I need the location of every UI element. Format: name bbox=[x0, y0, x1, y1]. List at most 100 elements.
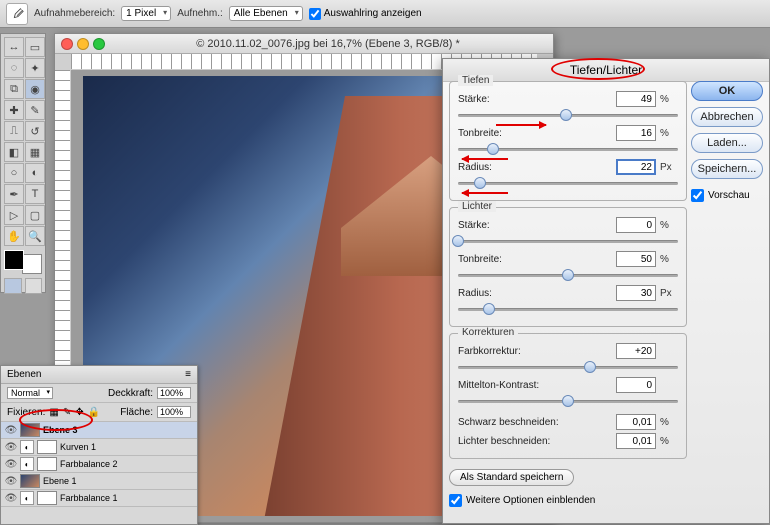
layer-name[interactable]: Ebene 1 bbox=[43, 476, 193, 486]
colorcorr-input[interactable] bbox=[616, 343, 656, 359]
cancel-button[interactable]: Abbrechen bbox=[691, 107, 763, 127]
zoom-tool[interactable]: 🔍 bbox=[25, 226, 45, 246]
fg-color[interactable] bbox=[4, 250, 24, 270]
heal-tool[interactable]: ✚ bbox=[4, 100, 24, 120]
shadows-strength-input[interactable] bbox=[616, 91, 656, 107]
midtone-input[interactable] bbox=[616, 377, 656, 393]
layer-name[interactable]: Kurven 1 bbox=[60, 442, 193, 452]
shadows-strength-slider[interactable] bbox=[458, 108, 678, 122]
visibility-icon[interactable]: 👁 bbox=[5, 424, 17, 436]
layer-row[interactable]: 👁 ◐ Farbbalance 2 bbox=[1, 456, 197, 473]
layer-thumb[interactable] bbox=[20, 474, 40, 488]
close-icon[interactable] bbox=[61, 38, 73, 50]
panel-menu-icon[interactable]: ≡ bbox=[185, 369, 191, 380]
layer-name[interactable]: Farbbalance 1 bbox=[60, 493, 193, 503]
shadows-radius-input[interactable] bbox=[616, 159, 656, 175]
lock-transparent-icon[interactable]: ▦ bbox=[49, 407, 58, 418]
highlights-legend: Lichter bbox=[458, 201, 496, 212]
highlights-tone-input[interactable] bbox=[616, 251, 656, 267]
shadows-tone-input[interactable] bbox=[616, 125, 656, 141]
history-brush-tool[interactable]: ↺ bbox=[25, 121, 45, 141]
layer-row[interactable]: 👁 Ebene 3 bbox=[1, 422, 197, 439]
pen-tool[interactable]: ✒ bbox=[4, 184, 24, 204]
highlights-strength-slider[interactable] bbox=[458, 234, 678, 248]
highlights-radius-slider[interactable] bbox=[458, 302, 678, 316]
blend-mode-select[interactable]: Normal bbox=[7, 387, 53, 399]
tool-grid: ↔ ▭ ◌ ✦ ⧉ ◉ ✚ ✎ ⎍ ↺ ◧ ▦ ○ ◐ ✒ T ▷ ▢ ✋ 🔍 bbox=[4, 37, 42, 246]
gradient-tool[interactable]: ▦ bbox=[25, 142, 45, 162]
marquee-tool[interactable]: ▭ bbox=[25, 37, 45, 57]
fill-input[interactable]: 100% bbox=[157, 406, 191, 418]
path-tool[interactable]: ▷ bbox=[4, 205, 24, 225]
more-options-input[interactable] bbox=[449, 494, 462, 507]
layer-thumb[interactable] bbox=[20, 423, 40, 437]
visibility-icon[interactable]: 👁 bbox=[5, 441, 17, 453]
color-swatch[interactable] bbox=[4, 250, 42, 274]
unit: % bbox=[660, 417, 678, 428]
annotation-arrow bbox=[462, 192, 508, 194]
lock-image-icon[interactable]: ✎ bbox=[63, 407, 71, 418]
quickmask-mode[interactable] bbox=[25, 278, 43, 294]
visibility-icon[interactable]: 👁 bbox=[5, 475, 17, 487]
brush-tool[interactable]: ✎ bbox=[25, 100, 45, 120]
layer-name[interactable]: Farbbalance 2 bbox=[60, 459, 193, 469]
mask-thumb[interactable] bbox=[37, 440, 57, 454]
black-clip-input[interactable] bbox=[616, 414, 656, 430]
layers-tab-label: Ebenen bbox=[7, 369, 41, 380]
shadows-radius-slider[interactable] bbox=[458, 176, 678, 190]
type-tool[interactable]: T bbox=[25, 184, 45, 204]
move-tool[interactable]: ↔ bbox=[4, 37, 24, 57]
doc-titlebar[interactable]: © 2010.11.02_0076.jpg bei 16,7% (Ebene 3… bbox=[55, 34, 553, 54]
mask-thumb[interactable] bbox=[37, 457, 57, 471]
preview-checkbox[interactable]: Vorschau bbox=[691, 189, 763, 202]
preview-input[interactable] bbox=[691, 189, 704, 202]
crop-tool[interactable]: ⧉ bbox=[4, 79, 24, 99]
load-button[interactable]: Laden... bbox=[691, 133, 763, 153]
eyedropper-tool[interactable]: ◉ bbox=[25, 79, 45, 99]
layer-name[interactable]: Ebene 3 bbox=[43, 425, 193, 435]
visibility-icon[interactable]: 👁 bbox=[5, 458, 17, 470]
zoom-window-icon[interactable] bbox=[93, 38, 105, 50]
standard-mode[interactable] bbox=[4, 278, 22, 294]
shadows-tone-label: Tonbreite: bbox=[458, 128, 612, 139]
unit: % bbox=[660, 436, 678, 447]
eyedropper-tool-icon[interactable] bbox=[6, 3, 28, 25]
mask-thumb[interactable] bbox=[37, 491, 57, 505]
lasso-tool[interactable]: ◌ bbox=[4, 58, 24, 78]
ok-button[interactable]: OK bbox=[691, 81, 763, 101]
lock-position-icon[interactable]: ✥ bbox=[75, 407, 83, 418]
show-ring-checkbox[interactable]: Auswahlring anzeigen bbox=[309, 8, 422, 20]
hand-tool[interactable]: ✋ bbox=[4, 226, 24, 246]
layers-tab[interactable]: Ebenen ≡ bbox=[1, 366, 197, 384]
lock-all-icon[interactable]: 🔒 bbox=[88, 407, 100, 418]
layer-row[interactable]: 👁 Ebene 1 bbox=[1, 473, 197, 490]
minimize-icon[interactable] bbox=[77, 38, 89, 50]
shape-tool[interactable]: ▢ bbox=[25, 205, 45, 225]
highlights-radius-input[interactable] bbox=[616, 285, 656, 301]
shadows-tone-slider[interactable] bbox=[458, 142, 678, 156]
stamp-tool[interactable]: ⎍ bbox=[4, 121, 24, 141]
opacity-input[interactable]: 100% bbox=[157, 387, 191, 399]
colorcorr-slider[interactable] bbox=[458, 360, 678, 374]
sample-select[interactable]: Alle Ebenen bbox=[229, 6, 303, 21]
colorcorr-label: Farbkorrektur: bbox=[458, 346, 612, 357]
save-default-button[interactable]: Als Standard speichern bbox=[449, 469, 574, 486]
bg-color[interactable] bbox=[22, 254, 42, 274]
visibility-icon[interactable]: 👁 bbox=[5, 492, 17, 504]
layer-row[interactable]: 👁 ◐ Kurven 1 bbox=[1, 439, 197, 456]
white-clip-input[interactable] bbox=[616, 433, 656, 449]
more-options-checkbox[interactable]: Weitere Optionen einblenden bbox=[449, 494, 687, 507]
adj-icon: ◐ bbox=[20, 440, 34, 454]
save-button[interactable]: Speichern... bbox=[691, 159, 763, 179]
eraser-tool[interactable]: ◧ bbox=[4, 142, 24, 162]
highlights-tone-slider[interactable] bbox=[458, 268, 678, 282]
range-select[interactable]: 1 Pixel bbox=[121, 6, 171, 21]
layer-row[interactable]: 👁 ◐ Farbbalance 1 bbox=[1, 490, 197, 507]
wand-tool[interactable]: ✦ bbox=[25, 58, 45, 78]
highlights-radius-label: Radius: bbox=[458, 288, 612, 299]
dodge-tool[interactable]: ◐ bbox=[25, 163, 45, 183]
show-ring-input[interactable] bbox=[309, 8, 321, 20]
midtone-slider[interactable] bbox=[458, 394, 678, 408]
blur-tool[interactable]: ○ bbox=[4, 163, 24, 183]
highlights-strength-input[interactable] bbox=[616, 217, 656, 233]
